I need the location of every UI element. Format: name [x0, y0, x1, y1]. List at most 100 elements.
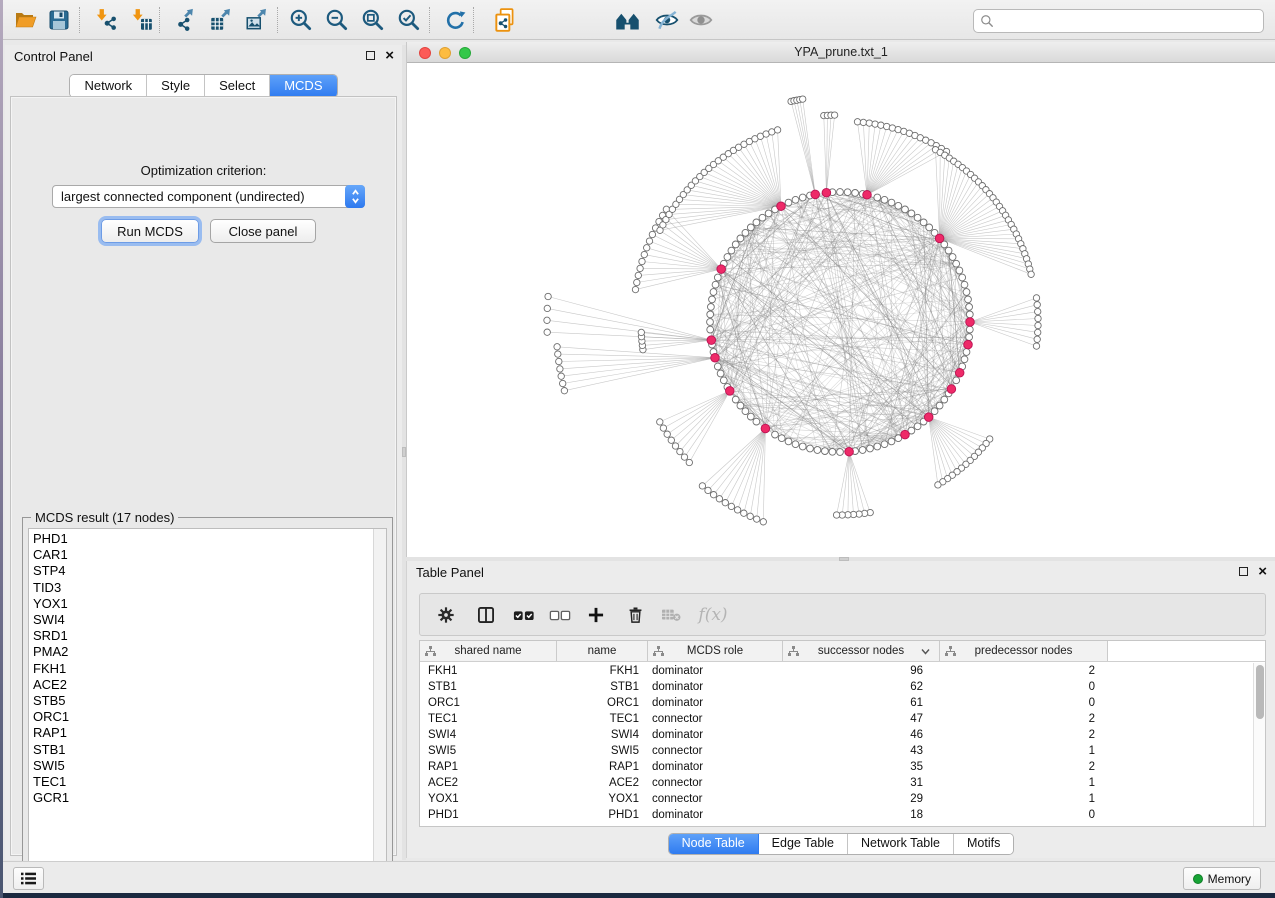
- close-panel-icon[interactable]: ×: [385, 51, 394, 60]
- mcds-result-list[interactable]: PHD1CAR1STP4TID3YOX1SWI4SRD1PMA2FKH1ACE2…: [28, 528, 387, 884]
- export-network-icon[interactable]: [169, 5, 201, 35]
- tab-style[interactable]: Style: [147, 75, 205, 97]
- cell-name: SWI5: [557, 743, 648, 759]
- table-settings-icon[interactable]: [432, 601, 460, 629]
- cell-successor_nodes: 43: [783, 743, 940, 759]
- table-row[interactable]: PHD1PHD1dominator180: [420, 807, 1253, 823]
- table-toolbar: f(x): [419, 593, 1266, 636]
- clone-network-icon[interactable]: [489, 5, 521, 35]
- list-scrollbar[interactable]: [373, 529, 386, 883]
- table-header: shared namenameMCDS rolesuccessor nodesp…: [420, 641, 1265, 662]
- table-scrollbar[interactable]: [1253, 663, 1265, 826]
- list-item[interactable]: TID3: [29, 580, 373, 596]
- list-item[interactable]: PMA2: [29, 644, 373, 660]
- tab-edge-table[interactable]: Edge Table: [759, 834, 848, 854]
- criterion-dropdown[interactable]: largest connected component (undirected): [52, 185, 365, 208]
- list-item[interactable]: ACE2: [29, 677, 373, 693]
- tab-select[interactable]: Select: [205, 75, 270, 97]
- float-panel-icon[interactable]: [366, 51, 375, 60]
- cell-shared_name: YOX1: [420, 791, 557, 807]
- dropdown-stepper-icon: [345, 185, 365, 208]
- delete-row-icon[interactable]: [621, 601, 649, 629]
- list-item[interactable]: STB1: [29, 742, 373, 758]
- network-window: YPA_prune.txt_1: [406, 42, 1275, 557]
- table-row[interactable]: ORC1ORC1dominator610: [420, 695, 1253, 711]
- table-row[interactable]: YOX1YOX1connector291: [420, 791, 1253, 807]
- export-table-icon[interactable]: [205, 5, 237, 35]
- float-panel-icon[interactable]: [1239, 567, 1248, 576]
- open-file-icon[interactable]: [9, 5, 41, 35]
- toolbar-separator: [473, 7, 474, 33]
- application-window: Control Panel × NetworkStyleSelectMCDS O…: [3, 0, 1275, 893]
- table-row[interactable]: RAP1RAP1dominator352: [420, 759, 1253, 775]
- list-item[interactable]: ORC1: [29, 709, 373, 725]
- table-row[interactable]: FKH1FKH1dominator962: [420, 663, 1253, 679]
- select-all-icon[interactable]: [510, 601, 538, 629]
- import-table-icon[interactable]: [125, 5, 157, 35]
- cell-predecessor_nodes: 0: [940, 695, 1108, 711]
- mcds-result-group: MCDS result (17 nodes) PHD1CAR1STP4TID3Y…: [22, 517, 393, 890]
- list-item[interactable]: SWI5: [29, 758, 373, 774]
- column-header-shared-name[interactable]: shared name: [420, 641, 557, 661]
- save-session-icon[interactable]: [43, 5, 75, 35]
- table-row[interactable]: STB1STB1dominator620: [420, 679, 1253, 695]
- table-row[interactable]: TEC1TEC1connector472: [420, 711, 1253, 727]
- add-row-icon[interactable]: [582, 601, 610, 629]
- list-item[interactable]: STP4: [29, 563, 373, 579]
- list-item[interactable]: STB5: [29, 693, 373, 709]
- column-header-MCDS-role[interactable]: MCDS role: [648, 641, 783, 661]
- table-row[interactable]: SWI5SWI5connector431: [420, 743, 1253, 759]
- cell-name: STB1: [557, 679, 648, 695]
- column-header-successor-nodes[interactable]: successor nodes: [783, 641, 940, 661]
- list-item[interactable]: SRD1: [29, 628, 373, 644]
- scrollbar-thumb[interactable]: [1256, 665, 1264, 719]
- cell-predecessor_nodes: 2: [940, 663, 1108, 679]
- cell-successor_nodes: 29: [783, 791, 940, 807]
- list-item[interactable]: RAP1: [29, 725, 373, 741]
- tab-motifs[interactable]: Motifs: [954, 834, 1013, 854]
- memory-label: Memory: [1208, 872, 1251, 886]
- zoom-out-icon[interactable]: [321, 5, 353, 35]
- close-panel-button[interactable]: Close panel: [210, 219, 316, 243]
- tab-network-table[interactable]: Network Table: [848, 834, 954, 854]
- column-header-predecessor-nodes[interactable]: predecessor nodes: [940, 641, 1108, 661]
- hide-selected-icon[interactable]: [651, 5, 683, 35]
- zoom-in-icon[interactable]: [285, 5, 317, 35]
- network-search-icon[interactable]: [611, 5, 643, 35]
- list-item[interactable]: TEC1: [29, 774, 373, 790]
- list-item[interactable]: FKH1: [29, 661, 373, 677]
- close-panel-icon[interactable]: ×: [1258, 567, 1267, 576]
- zoom-fit-icon[interactable]: [357, 5, 389, 35]
- network-graph[interactable]: [407, 63, 1275, 557]
- deselect-all-icon[interactable]: [546, 601, 574, 629]
- list-item[interactable]: GCR1: [29, 790, 373, 806]
- search-input[interactable]: [999, 14, 1263, 28]
- cell-shared_name: FKH1: [420, 663, 557, 679]
- table-row[interactable]: SWI4SWI4dominator462: [420, 727, 1253, 743]
- search-field[interactable]: [973, 9, 1264, 33]
- refresh-layout-icon[interactable]: [439, 5, 471, 35]
- memory-button[interactable]: Memory: [1183, 867, 1261, 890]
- tab-mcds[interactable]: MCDS: [270, 75, 336, 97]
- table-row[interactable]: ACE2ACE2connector311: [420, 775, 1253, 791]
- show-all-icon[interactable]: [685, 5, 717, 35]
- tab-network[interactable]: Network: [70, 75, 147, 97]
- column-header-name[interactable]: name: [557, 641, 648, 661]
- node-table: shared namenameMCDS rolesuccessor nodesp…: [419, 640, 1266, 827]
- list-item[interactable]: PHD1: [29, 531, 373, 547]
- task-history-button[interactable]: [13, 867, 44, 890]
- zoom-selected-icon[interactable]: [393, 5, 425, 35]
- cell-shared_name: PHD1: [420, 807, 557, 823]
- toolbar-separator: [79, 7, 80, 33]
- list-item[interactable]: SWI4: [29, 612, 373, 628]
- run-mcds-button[interactable]: Run MCDS: [101, 219, 199, 243]
- cell-name: ORC1: [557, 695, 648, 711]
- network-canvas[interactable]: [407, 63, 1275, 557]
- show-columns-icon[interactable]: [472, 601, 500, 629]
- tab-node-table[interactable]: Node Table: [669, 834, 759, 854]
- import-network-icon[interactable]: [89, 5, 121, 35]
- export-image-icon[interactable]: [241, 5, 273, 35]
- list-item[interactable]: YOX1: [29, 596, 373, 612]
- network-titlebar[interactable]: YPA_prune.txt_1: [407, 42, 1275, 63]
- list-item[interactable]: CAR1: [29, 547, 373, 563]
